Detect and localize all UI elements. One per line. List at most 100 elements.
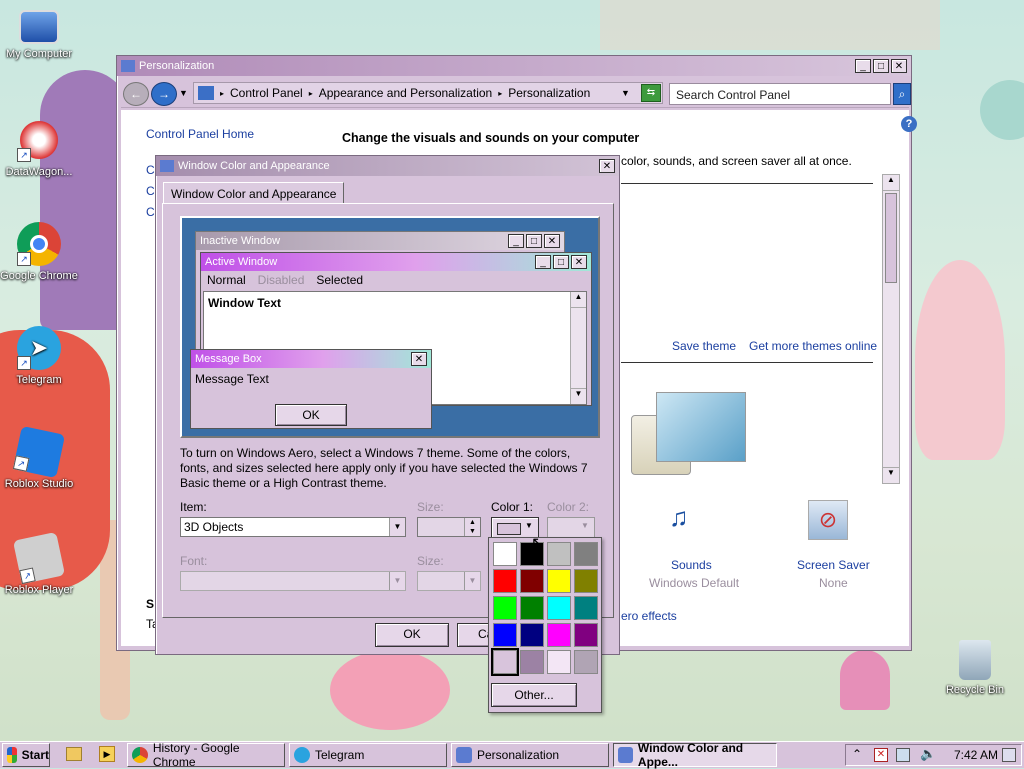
color-swatch[interactable] [547,542,571,566]
screen-saver-link[interactable]: Screen Saver [797,558,870,572]
aero-effects-link[interactable]: ero effects [621,609,677,623]
color-swatch[interactable] [493,542,517,566]
breadcrumb-item[interactable]: Personalization [508,86,590,100]
recent-pages-dropdown-icon[interactable]: ▼ [179,88,188,98]
color-swatch[interactable] [574,596,598,620]
color-swatch[interactable] [520,623,544,647]
refresh-button[interactable]: ⇆ [641,84,661,102]
other-colors-button[interactable]: Other... [491,683,577,707]
menu-selected: Selected [316,273,364,287]
color-swatch[interactable] [493,623,517,647]
desktop-icon-label: Roblox Studio [4,478,74,490]
address-toolbar: ← → ▼ ▸ Control Panel ▸ Appearance and Pe… [121,80,911,108]
back-button[interactable]: ← [123,82,149,106]
theme-thumbnail[interactable] [656,392,746,462]
scroll-down-icon[interactable]: ▼ [883,467,899,483]
color-swatch[interactable] [520,596,544,620]
close-button[interactable]: ✕ [891,59,907,73]
chrome-icon: ↗ [17,222,61,266]
taskbar-item-personalization[interactable]: Personalization [451,743,609,767]
desktop-icon-telegram[interactable]: ➤ ↗ Telegram [0,326,78,386]
scroll-up-icon[interactable]: ▲ [883,175,899,191]
show-desktop-icon[interactable] [1002,748,1016,762]
item-label: Item: [180,500,207,514]
sounds-link[interactable]: Sounds [671,558,712,572]
network-icon[interactable] [896,748,910,762]
menu-disabled: Disabled [257,273,305,287]
desktop-icon-chrome[interactable]: ↗ Google Chrome [0,222,78,282]
desktop-icon-my-computer[interactable]: My Computer [0,10,78,60]
breadcrumb-separator-icon[interactable]: ▸ [309,89,313,98]
taskbar-item-window-color[interactable]: Window Color and Appe... [613,741,777,769]
color-swatch[interactable] [574,542,598,566]
color-swatch[interactable] [547,650,571,674]
breadcrumb-separator-icon[interactable]: ▸ [220,89,224,98]
minimize-icon: _ [535,255,551,269]
dialog-close-button[interactable]: ✕ [599,159,615,173]
save-theme-link[interactable]: Save theme [672,339,736,353]
desktop-wallpaper-branches [600,0,940,50]
color-swatch[interactable] [520,569,544,593]
address-dropdown-icon[interactable]: ▼ [621,88,630,98]
ok-button[interactable]: OK [375,623,449,647]
taskbar-item-chrome[interactable]: History - Google Chrome [127,741,285,769]
taskbar-item-telegram[interactable]: Telegram [289,743,447,767]
volume-icon[interactable]: 🔈 [920,746,936,762]
breadcrumb-separator-icon[interactable]: ▸ [498,89,502,98]
desktop-icon-roblox-studio[interactable]: ↗ Roblox Studio [0,425,78,490]
color-swatch[interactable] [493,596,517,620]
media-player-quicklaunch-icon[interactable]: ▶ [99,746,115,762]
color2-button: ▼ [547,517,595,539]
breadcrumb-item[interactable]: Appearance and Personalization [319,86,492,100]
maximize-icon: □ [526,234,542,248]
active-window-title: Active Window [205,256,278,268]
minimize-button[interactable]: _ [855,59,871,73]
themes-scrollbar[interactable]: ▲ ▼ [882,174,900,484]
color-swatch[interactable] [574,569,598,593]
color-swatch[interactable] [493,569,517,593]
dialog-titlebar: Window Color and Appearance ✕ [156,156,619,176]
search-input[interactable]: Search Control Panel [669,83,891,105]
color-swatch[interactable] [520,650,544,674]
sounds-icon[interactable]: ♫ [669,502,689,533]
font-size-select: ▼ [417,571,481,591]
desktop-icon-datawagon[interactable]: ↗ DataWagon... [0,118,78,178]
scrollbar-thumb[interactable] [885,193,897,283]
color-swatch[interactable] [574,623,598,647]
tab-window-color[interactable]: Window Color and Appearance [163,182,345,204]
chrome-icon [132,747,148,763]
color-swatch[interactable] [547,596,571,620]
forward-button[interactable]: → [151,82,177,106]
inactive-window-title: Inactive Window [200,235,281,247]
screen-saver-icon[interactable]: ⊘ [808,500,848,540]
explorer-quicklaunch-icon[interactable] [66,747,82,761]
help-icon[interactable]: ? [901,116,917,132]
search-placeholder: Search Control Panel [676,88,791,102]
minimize-icon: _ [508,234,524,248]
control-panel-home-link[interactable]: Control Panel Home [146,127,254,141]
divider [621,362,873,363]
font-size-label: Size: [417,554,444,568]
taskbar-item-label: Window Color and Appe... [637,741,744,769]
desktop-icon-roblox-player[interactable]: ↗ Roblox Player [0,531,78,596]
breadcrumb-item[interactable]: Control Panel [230,86,303,100]
show-hidden-icons-icon[interactable]: ⌃ [852,747,862,761]
preview-message-box: Message Box ✕ Message Text OK [190,349,432,429]
dialog-icon [160,160,174,172]
desktop-icon-recycle-bin[interactable]: Recycle Bin [936,640,1014,696]
get-more-themes-link[interactable]: Get more themes online [749,339,877,353]
color-swatch[interactable] [491,648,519,676]
clock[interactable]: 7:42 AM [954,748,998,762]
roblox-studio-icon: ↗ [12,425,66,479]
action-center-icon[interactable]: ✕ [874,748,888,762]
item-select[interactable]: 3D Objects ▼ [180,517,406,537]
window-text: Window Text [208,296,281,310]
search-icon[interactable]: ⌕ [893,83,911,105]
chevron-down-icon: ▼ [389,572,405,590]
start-button[interactable]: Start [2,743,50,767]
color-swatch[interactable] [574,650,598,674]
maximize-button[interactable]: □ [873,59,889,73]
color-swatch[interactable] [547,569,571,593]
color-swatch[interactable] [547,623,571,647]
size-spinner: ▲ ▼ [417,517,481,537]
